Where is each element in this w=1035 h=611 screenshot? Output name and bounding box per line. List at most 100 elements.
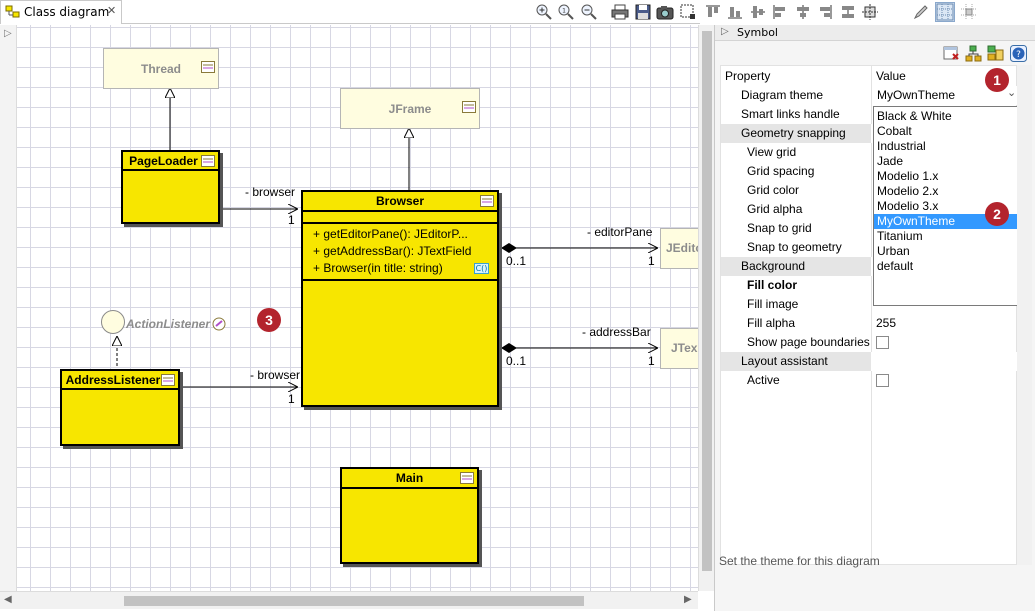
camera-icon[interactable] — [656, 3, 674, 21]
theme-option[interactable]: default — [874, 259, 1022, 274]
class-jeditorpane[interactable]: JEdito — [660, 228, 698, 269]
header-property: Property — [725, 69, 771, 83]
symbol-section-header[interactable]: ▷ Symbol — [715, 25, 1035, 41]
theme-option[interactable]: Jade — [874, 154, 1022, 169]
property-row[interactable]: Layout assistant — [721, 352, 1018, 371]
select-icon[interactable] — [679, 3, 697, 21]
zoom-out-icon[interactable] — [580, 3, 598, 21]
editor-tab-bar: Class diagram ✕ 1 — [0, 0, 977, 24]
class-stereotype-icon — [462, 101, 476, 113]
callout-badge-2: 2 — [985, 202, 1009, 226]
checkbox[interactable] — [876, 374, 889, 387]
class-jtextfield[interactable]: JTex — [660, 328, 698, 369]
multiplicity-label: 0..1 — [506, 254, 527, 268]
vertical-scroll-thumb[interactable] — [702, 31, 712, 571]
align-left-icon[interactable] — [771, 3, 789, 21]
tab-class-diagram[interactable]: Class diagram ✕ — [0, 0, 122, 24]
theme-option[interactable]: Black & White — [874, 109, 1022, 124]
role-label: - addressBar — [582, 325, 651, 339]
property-name: Snap to geometry — [747, 240, 842, 254]
grid-icon[interactable] — [935, 2, 955, 22]
property-name: Grid alpha — [747, 202, 803, 216]
align-middle-icon[interactable] — [749, 3, 767, 21]
fit-icon[interactable] — [861, 3, 879, 21]
property-row[interactable]: Active — [721, 371, 1018, 390]
operation-get-address-bar[interactable]: + getAddressBar(): JTextField — [313, 244, 471, 258]
diagram-ruler: ▷ — [0, 25, 17, 591]
symbol-properties-panel: ▷ Symbol ? Property Value Diagram theme S… — [714, 25, 1035, 611]
palette-expand-icon[interactable]: ▷ — [4, 28, 12, 39]
class-name: Main — [342, 469, 477, 489]
class-main[interactable]: Main — [340, 467, 479, 564]
theme-option[interactable]: Titanium — [874, 229, 1022, 244]
multiplicity-label: 1 — [648, 354, 655, 368]
svg-text:?: ? — [1016, 50, 1021, 60]
zoom-reset-icon[interactable]: 1 — [557, 3, 575, 21]
class-pageloader[interactable]: PageLoader — [121, 150, 220, 224]
property-name: Fill image — [747, 297, 799, 311]
align-center-icon[interactable] — [794, 3, 812, 21]
multiplicity-label: 0..1 — [506, 354, 527, 368]
class-name: JFrame — [388, 102, 432, 116]
align-bottom-icon[interactable] — [726, 3, 744, 21]
property-value[interactable]: 255 — [876, 316, 896, 330]
callout-badge-3: 3 — [257, 308, 281, 332]
print-icon[interactable] — [611, 3, 629, 21]
horizontal-scroll-thumb[interactable] — [124, 596, 584, 606]
class-browser[interactable]: Browser + getEditorPane(): JEditorP... +… — [301, 190, 499, 407]
snap-icon[interactable] — [960, 3, 978, 21]
class-jframe[interactable]: JFrame — [340, 88, 480, 129]
theme-option[interactable]: Urban — [874, 244, 1022, 259]
interface-name: ActionListener — [126, 317, 211, 331]
class-name: JEdito — [666, 241, 698, 255]
expand-icon[interactable]: ▷ — [721, 26, 729, 37]
style-tree-icon[interactable] — [965, 45, 982, 62]
close-icon[interactable]: ✕ — [107, 4, 116, 17]
distribute-icon[interactable] — [839, 3, 857, 21]
property-name: Fill color — [747, 278, 798, 292]
property-name: Active — [747, 373, 780, 387]
multiplicity-label: 1 — [288, 213, 295, 227]
theme-option[interactable]: Industrial — [874, 139, 1022, 154]
scroll-right-icon[interactable]: ▶ — [684, 594, 692, 605]
align-top-icon[interactable] — [704, 3, 722, 21]
operation-browser-constructor[interactable]: + Browser(in title: string) — [313, 261, 443, 275]
class-name: JTex — [671, 341, 698, 355]
property-row[interactable]: Fill alpha 255 — [721, 314, 1018, 333]
canvas-vertical-scrollbar[interactable] — [698, 25, 714, 591]
multiplicity-label: 1 — [288, 392, 295, 406]
class-addresslistener[interactable]: AddressListener — [60, 369, 180, 446]
theme-option[interactable]: Modelio 2.x — [874, 184, 1022, 199]
align-right-icon[interactable] — [816, 3, 834, 21]
class-stereotype-icon — [201, 61, 215, 73]
property-name: Show page boundaries — [747, 335, 870, 349]
checkbox[interactable] — [876, 336, 889, 349]
save-icon[interactable] — [634, 3, 652, 21]
property-table-scrollbar[interactable] — [1017, 65, 1032, 565]
canvas-horizontal-scrollbar[interactable]: ◀ ▶ — [0, 591, 698, 609]
chevron-down-icon[interactable]: ⌄ — [1007, 86, 1016, 99]
tab-label: Class diagram — [24, 5, 110, 19]
scroll-left-icon[interactable]: ◀ — [4, 594, 12, 605]
property-name: Grid spacing — [747, 164, 815, 178]
theme-option[interactable]: Cobalt — [874, 124, 1022, 139]
pen-icon[interactable] — [912, 3, 930, 21]
diagram-theme-value: MyOwnTheme — [877, 88, 956, 102]
panel-toolbar: ? — [715, 41, 1035, 65]
property-name: Fill alpha — [747, 316, 796, 330]
multiplicity-label: 1 — [648, 254, 655, 268]
class-stereotype-icon — [480, 195, 494, 207]
theme-option[interactable]: Modelio 1.x — [874, 169, 1022, 184]
class-thread[interactable]: Thread — [103, 48, 219, 89]
help-icon[interactable]: ? — [1010, 45, 1027, 62]
property-row[interactable]: Show page boundaries — [721, 333, 1018, 352]
property-name: Background — [741, 259, 806, 273]
property-name: View grid — [747, 145, 797, 159]
zoom-in-icon[interactable] — [535, 3, 553, 21]
operation-get-editor-pane[interactable]: + getEditorPane(): JEditorP... — [313, 227, 468, 241]
style-edit-icon[interactable] — [987, 45, 1004, 62]
diagram-canvas[interactable]: Thread JFrame PageLoader Browser + getEd… — [17, 25, 698, 591]
interface-lollipop-icon[interactable] — [100, 309, 126, 335]
class-stereotype-icon — [201, 155, 215, 167]
reset-style-icon[interactable] — [943, 45, 960, 62]
